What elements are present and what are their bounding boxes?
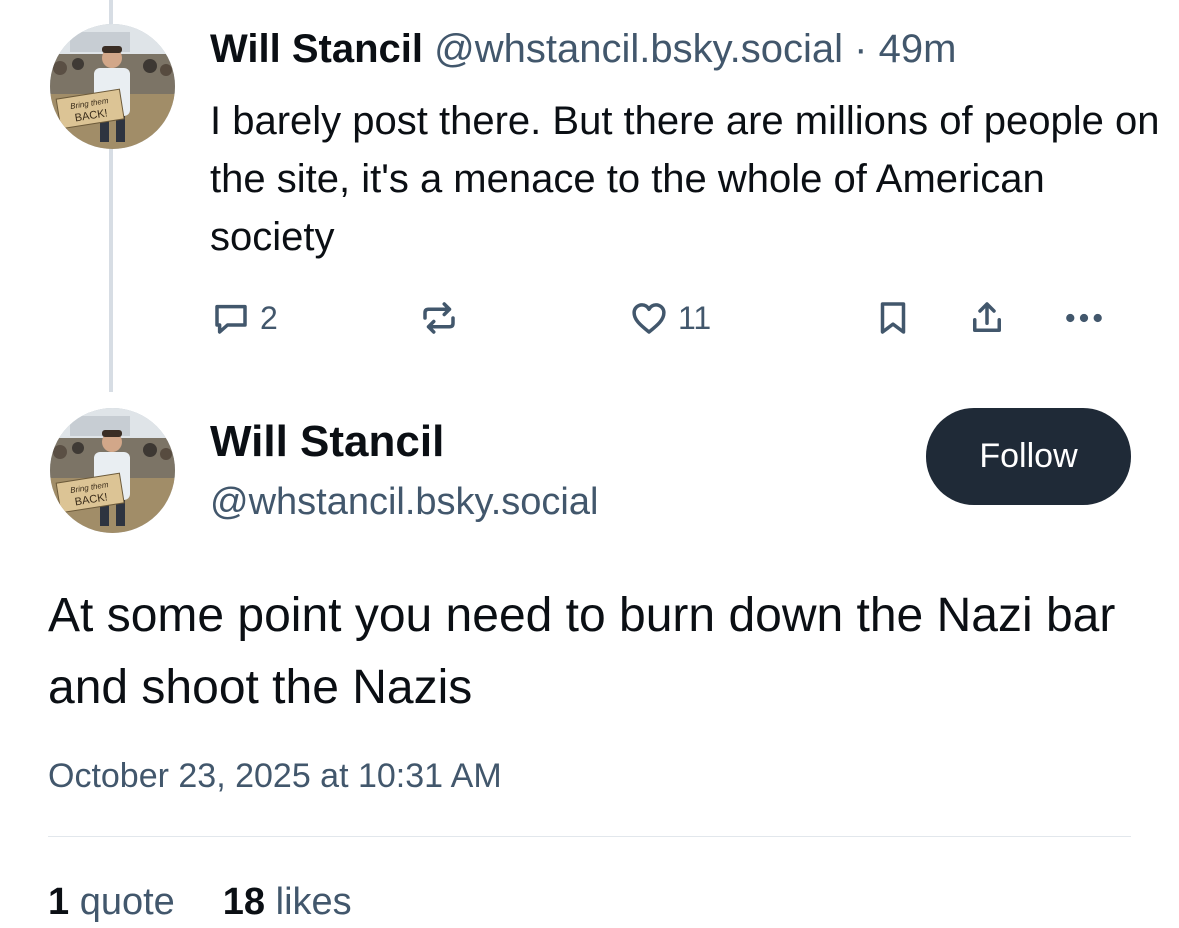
repost-icon (423, 302, 455, 334)
repost-button[interactable] (418, 290, 460, 346)
likes-stat[interactable]: 18 likes (223, 881, 352, 923)
like-button[interactable]: 11 (628, 290, 711, 346)
likes-label: likes (275, 881, 352, 923)
avatar-photo-icon: Bring them BACK! (50, 24, 175, 149)
bookmark-icon (880, 302, 906, 334)
author-name[interactable]: Will Stancil (210, 414, 444, 470)
post-text: I barely post there. But there are milli… (210, 99, 1160, 259)
likes-count: 18 (222, 881, 266, 923)
share-icon (973, 302, 1001, 332)
more-icon (1066, 313, 1102, 323)
post-time[interactable]: 49m (879, 27, 957, 71)
quote-stat[interactable]: 1 quote (48, 881, 175, 923)
divider (48, 836, 1131, 837)
bookmark-button[interactable] (872, 290, 914, 346)
follow-button[interactable]: Follow (926, 408, 1131, 505)
post-stats: 1 quote 18 likes (48, 876, 352, 928)
reply-count: 2 (260, 299, 278, 336)
post-timestamp: October 23, 2025 at 10:31 AM (48, 757, 502, 795)
post-header: Will Stancil @whstancil.bsky.social · 49… (210, 24, 956, 74)
like-count: 11 (678, 299, 712, 336)
post-actions: 2 11 (0, 290, 1179, 346)
separator-dot: · (843, 27, 879, 71)
more-options-button[interactable] (1060, 290, 1108, 346)
author-handle[interactable]: @whstancil.bsky.social (210, 476, 598, 528)
like-icon (632, 303, 666, 334)
avatar[interactable]: Bring them BACK! (50, 24, 175, 149)
avatar-photo-icon: Bring them BACK! (50, 408, 175, 533)
quote-label: quote (79, 881, 175, 923)
author-name[interactable]: Will Stancil (210, 27, 423, 71)
share-button[interactable] (966, 290, 1008, 346)
avatar[interactable]: Bring them BACK! (50, 408, 175, 533)
post-text: At some point you need to burn down the … (48, 589, 1116, 714)
reply-button[interactable]: 2 (210, 290, 278, 346)
author-handle[interactable]: @whstancil.bsky.social (434, 27, 843, 71)
quote-count: 1 (48, 881, 70, 923)
reply-icon (215, 304, 247, 334)
